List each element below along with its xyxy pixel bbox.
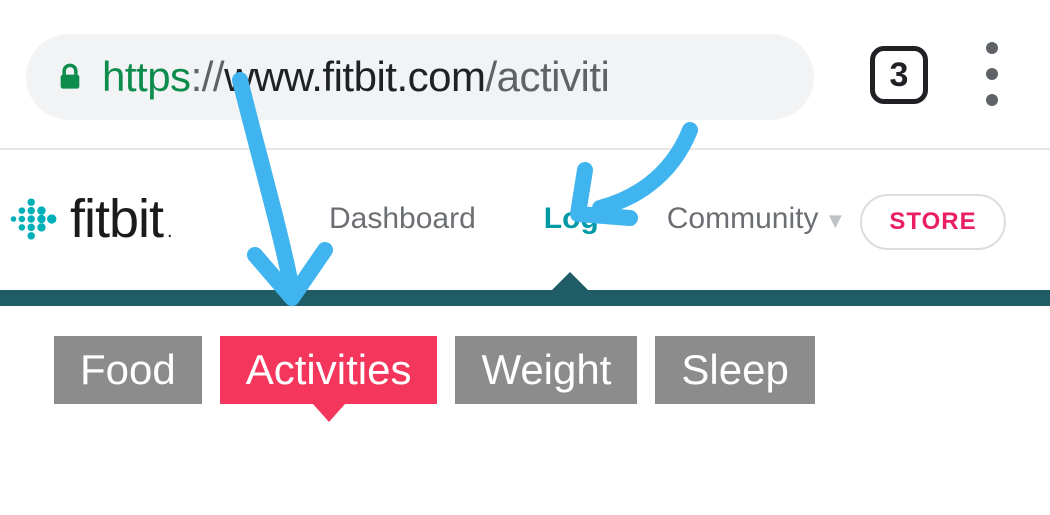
- tab-count-button[interactable]: 3: [870, 46, 928, 104]
- brand-mark-icon: [6, 191, 62, 247]
- url-host: www.fitbit.com: [224, 53, 485, 100]
- log-subtabs: Food Activities Weight Sleep: [54, 336, 815, 404]
- chevron-down-icon: ▼: [824, 208, 846, 233]
- nav-community[interactable]: Community▼: [667, 202, 846, 236]
- brand-name: fitbit.: [70, 188, 172, 250]
- nav-dashboard[interactable]: Dashboard: [329, 202, 476, 236]
- overflow-menu-icon[interactable]: [985, 42, 999, 106]
- url-scheme: https: [102, 53, 191, 100]
- active-nav-pointer: [552, 272, 588, 290]
- header-band: [0, 290, 1050, 306]
- subtab-weight[interactable]: Weight: [455, 336, 637, 404]
- subtab-food[interactable]: Food: [54, 336, 202, 404]
- lock-icon: [56, 61, 84, 93]
- url-separator: ://: [191, 53, 225, 100]
- subtab-activities[interactable]: Activities: [220, 336, 438, 404]
- site-header: fitbit. Dashboard Log Community▼ STORE: [0, 150, 1050, 290]
- brand-logo[interactable]: fitbit.: [6, 188, 172, 250]
- nav-log[interactable]: Log: [544, 202, 599, 236]
- url-path: /activiti: [485, 53, 609, 100]
- nav-community-label: Community: [667, 202, 819, 235]
- browser-chrome: https://www.fitbit.com/activiti 3: [0, 0, 1050, 148]
- url-text: https://www.fitbit.com/activiti: [102, 53, 609, 101]
- address-bar[interactable]: https://www.fitbit.com/activiti: [26, 34, 814, 120]
- store-button[interactable]: STORE: [860, 194, 1006, 250]
- tab-count-value: 3: [890, 56, 909, 95]
- subtab-sleep[interactable]: Sleep: [655, 336, 814, 404]
- primary-nav: Dashboard Log Community▼: [329, 202, 914, 236]
